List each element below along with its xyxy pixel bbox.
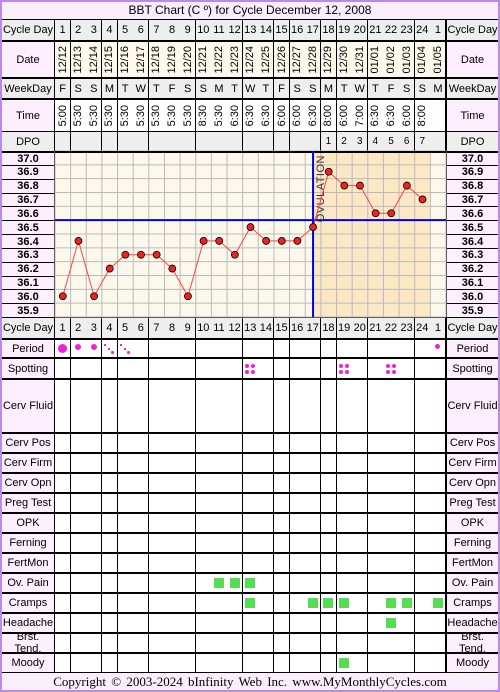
temperature-point (90, 292, 98, 301)
temperature-point (246, 223, 255, 231)
temperature-point (402, 181, 411, 190)
temperature-point (356, 181, 364, 190)
temperature-point (324, 167, 333, 176)
temperature-point (309, 223, 317, 231)
temperature-point (121, 250, 130, 259)
bbt-chart-frame: BBT Chart (C º) for Cycle December 12, 2… (0, 0, 500, 692)
temperature-point (387, 209, 396, 218)
temperature-point (418, 195, 427, 204)
temperature-point (168, 264, 177, 273)
temperature-point (199, 237, 208, 245)
temperature-point (215, 237, 224, 245)
copyright-footer: Copyright © 2003-2024 bInfinity Web Inc.… (2, 672, 498, 690)
temperature-point (230, 250, 239, 259)
temperature-point (293, 237, 302, 245)
temperature-point (184, 292, 192, 301)
temperature-point (74, 237, 83, 245)
temperature-point (105, 264, 114, 273)
temperature-point (152, 250, 161, 259)
temperature-point (340, 181, 349, 190)
temperature-point (262, 237, 271, 245)
temperature-point (58, 292, 67, 301)
temperature-point (137, 250, 145, 259)
temperature-plot: OVULATION (54, 150, 447, 318)
temperature-point (371, 209, 380, 218)
temperature-point (277, 237, 286, 245)
